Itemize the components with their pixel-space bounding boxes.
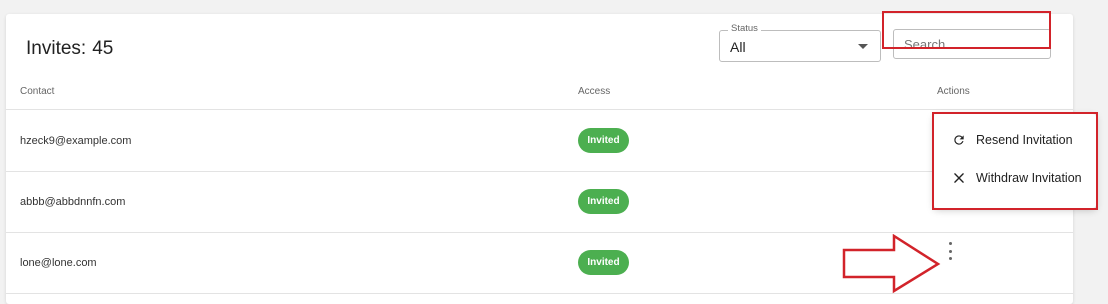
- status-value: All: [730, 39, 746, 55]
- resend-invitation-item[interactable]: Resend Invitation: [934, 123, 1096, 157]
- title-label: Invites:: [26, 38, 87, 59]
- resend-invitation-label: Resend Invitation: [976, 133, 1073, 147]
- arrow-annotation-icon: [842, 234, 941, 294]
- row-divider: [6, 232, 1073, 233]
- more-vert-icon[interactable]: [944, 242, 956, 260]
- column-header-access: Access: [578, 86, 611, 97]
- actions-menu: Resend Invitation Withdraw Invitation: [934, 114, 1096, 208]
- withdraw-invitation-label: Withdraw Invitation: [976, 171, 1082, 185]
- access-badge: Invited: [578, 189, 629, 214]
- access-badge: Invited: [578, 128, 629, 153]
- contact-cell: abbb@abbdnnfn.com: [20, 196, 126, 208]
- invite-count: 45: [92, 38, 114, 59]
- status-label: Status: [728, 23, 761, 34]
- caret-down-icon: [858, 44, 868, 49]
- header-divider: [6, 109, 1073, 110]
- status-select[interactable]: Status All: [719, 23, 881, 62]
- column-header-actions: Actions: [937, 86, 970, 97]
- page-title: Invites: 45: [26, 38, 113, 60]
- search-input[interactable]: [893, 29, 1051, 59]
- access-badge: Invited: [578, 250, 629, 275]
- column-header-contact: Contact: [20, 86, 55, 97]
- contact-cell: lone@lone.com: [20, 257, 97, 269]
- contact-cell: hzeck9@example.com: [20, 135, 132, 147]
- withdraw-invitation-item[interactable]: Withdraw Invitation: [934, 161, 1096, 195]
- row-divider: [6, 171, 1073, 172]
- refresh-icon: [954, 135, 964, 145]
- close-icon: [954, 173, 964, 183]
